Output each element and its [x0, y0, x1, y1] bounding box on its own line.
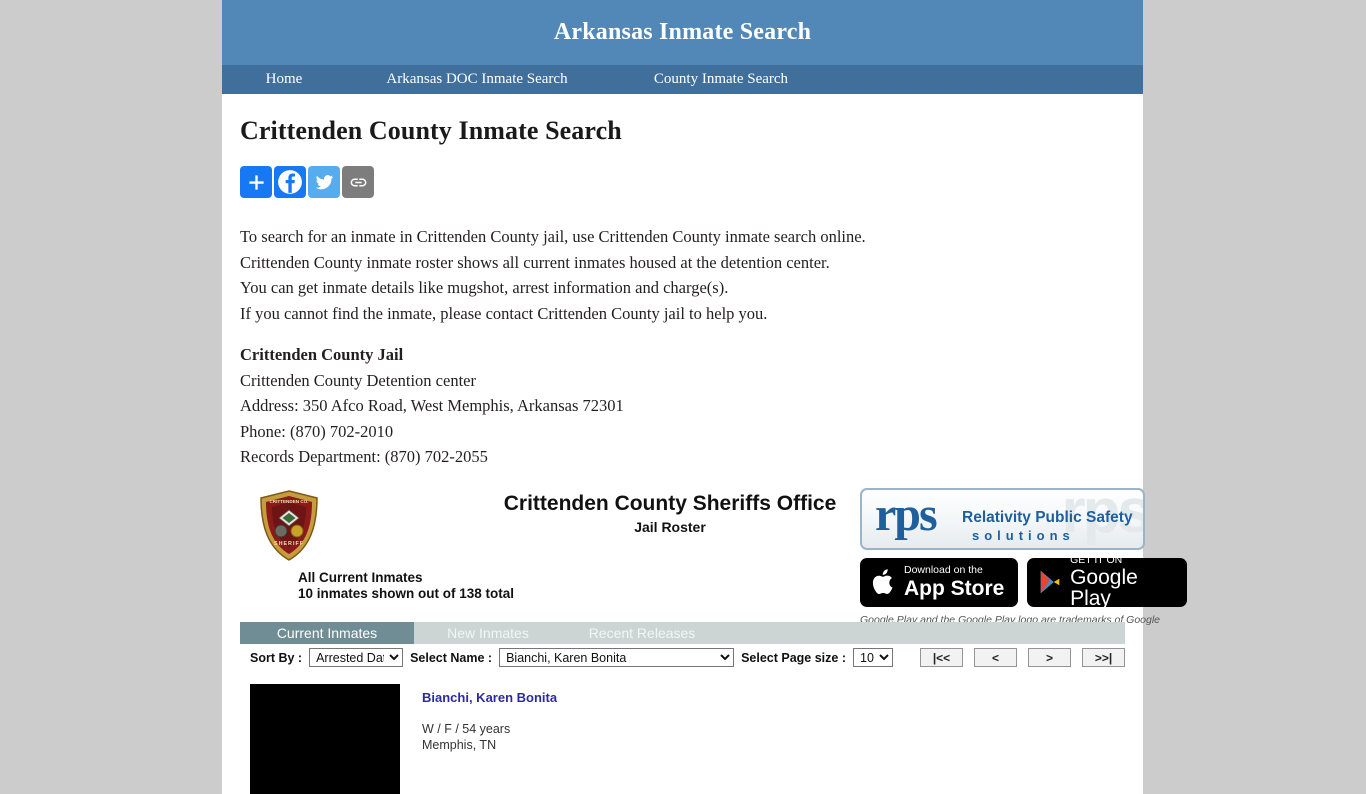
jail-facility: Crittenden County Detention center	[240, 370, 476, 390]
inmate-list: Bianchi, Karen Bonita W / F / 54 years M…	[240, 672, 1125, 794]
svg-text:SHERIFF: SHERIFF	[274, 541, 304, 547]
jail-name: Crittenden County Jail	[240, 345, 404, 364]
last-page-button[interactable]: >>|	[1082, 648, 1125, 667]
sheriff-badge-icon: CRITTENDEN CO. SHERIFF	[258, 489, 320, 562]
next-page-button[interactable]: >	[1028, 648, 1071, 667]
site-header: Arkansas Inmate Search	[222, 0, 1143, 65]
sort-by-label: Sort By :	[250, 650, 303, 665]
rps-wordmark: rps	[875, 487, 938, 541]
share-plus-icon[interactable]	[240, 166, 272, 198]
google-play-icon	[1040, 570, 1060, 594]
roster-tabs-section: Current Inmates New Inmates Recent Relea…	[240, 621, 1125, 672]
sort-by-select[interactable]: Arrested Date	[309, 648, 404, 667]
intro-line: Crittenden County inmate roster shows al…	[240, 252, 830, 272]
page-size-label: Select Page size :	[741, 650, 846, 665]
app-store-big-label: App Store	[904, 576, 1005, 600]
svg-text:CRITTENDEN CO.: CRITTENDEN CO.	[269, 499, 308, 504]
main-content: Crittenden County Inmate Search To searc…	[222, 116, 1187, 794]
page-title: Crittenden County Inmate Search	[240, 116, 622, 145]
twitter-icon[interactable]	[308, 166, 340, 198]
jail-contact-info: Crittenden County Jail Crittenden County…	[240, 342, 1125, 470]
nav-item-county-inmate-search[interactable]: County Inmate Search	[630, 71, 812, 88]
roster-controls: Sort By : Arrested Date Select Name : Bi…	[240, 644, 1125, 672]
tab-current-inmates[interactable]: Current Inmates	[240, 621, 414, 644]
roster-office-title: Crittenden County Sheriffs Office	[503, 491, 837, 515]
jail-phone: Phone: (870) 702-2010	[240, 421, 394, 441]
prev-page-button[interactable]: <	[974, 648, 1017, 667]
copy-link-icon[interactable]	[342, 166, 374, 198]
page-size-select[interactable]: 10	[853, 648, 893, 667]
intro-line: If you cannot find the inmate, please co…	[240, 303, 768, 323]
app-store-badges: Download on the App Store GET IT ON Goog…	[860, 557, 1187, 607]
roster-filter-label: All Current Inmates	[298, 569, 423, 585]
share-buttons	[240, 166, 1125, 198]
rps-logo[interactable]: rps rps Relativity Public Safety solutio…	[860, 487, 1145, 550]
roster-heading-block: Crittenden County Sheriffs Office Jail R…	[420, 492, 920, 535]
pagination-controls: |<< < > >>|	[920, 648, 1125, 667]
apple-icon	[872, 569, 893, 594]
roster-subtitle: Jail Roster	[634, 518, 706, 535]
jail-records-phone: Records Department: (870) 702-2055	[240, 447, 488, 466]
nav-item-arkansas-doc-inmate-search[interactable]: Arkansas DOC Inmate Search	[386, 71, 568, 88]
google-play-big-label: Google Play	[1070, 566, 1138, 607]
app-store-badge[interactable]: Download on the App Store	[860, 557, 1018, 607]
first-page-button[interactable]: |<<	[920, 648, 963, 667]
intro-line: You can get inmate details like mugshot,…	[240, 278, 729, 297]
inmate-demographics: W / F / 54 years	[422, 721, 511, 736]
google-play-small-label: GET IT ON	[1070, 557, 1123, 566]
tab-recent-releases[interactable]: Recent Releases	[562, 622, 722, 644]
inmate-mugshot	[250, 683, 400, 794]
intro-paragraph: To search for an inmate in Crittenden Co…	[240, 224, 1125, 326]
tab-new-inmates[interactable]: New Inmates	[414, 622, 562, 644]
page-container: Arkansas Inmate Search Home Arkansas DOC…	[222, 0, 1187, 794]
select-name-label: Select Name :	[410, 650, 493, 665]
nav-item-home[interactable]: Home	[222, 71, 346, 88]
jail-address: Address: 350 Afco Road, West Memphis, Ar…	[240, 396, 624, 415]
roster-counts: All Current Inmates 10 inmates shown out…	[298, 570, 514, 602]
main-navigation: Home Arkansas DOC Inmate Search County I…	[222, 65, 1143, 94]
inmate-location: Memphis, TN	[422, 737, 497, 752]
rps-tagline-line1: Relativity Public Safety	[962, 508, 1133, 526]
rps-tagline-line2: solutions	[972, 527, 1075, 543]
app-store-small-label: Download on the	[904, 564, 983, 577]
inmate-name-link[interactable]: Bianchi, Karen Bonita	[422, 690, 557, 705]
intro-line: To search for an inmate in Crittenden Co…	[240, 227, 866, 246]
site-title: Arkansas Inmate Search	[553, 19, 812, 45]
list-item[interactable]: Bianchi, Karen Bonita W / F / 54 years M…	[250, 683, 1125, 794]
facebook-icon[interactable]	[274, 166, 306, 198]
select-name-dropdown[interactable]: Bianchi, Karen Bonita	[499, 648, 735, 667]
roster-tab-bar: Current Inmates New Inmates Recent Relea…	[240, 621, 1125, 644]
roster-widget-header: CRITTENDEN CO. SHERIFF Crittenden County…	[240, 487, 1187, 638]
roster-count-label: 10 inmates shown out of 138 total	[298, 585, 515, 601]
google-play-badge[interactable]: GET IT ON Google Play	[1027, 557, 1187, 607]
inmate-details: Bianchi, Karen Bonita W / F / 54 years M…	[422, 684, 557, 794]
